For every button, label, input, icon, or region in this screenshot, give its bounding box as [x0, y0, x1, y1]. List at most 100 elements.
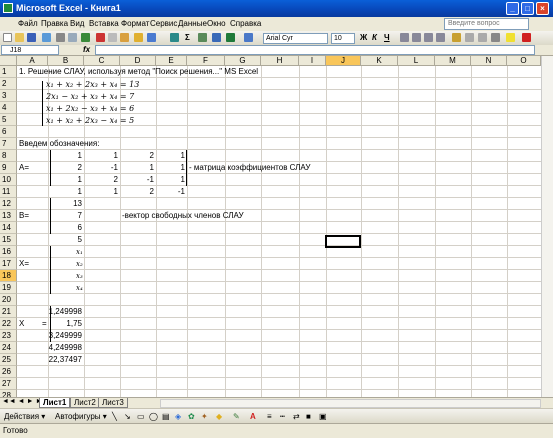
autoshapes-menu[interactable]: Автофигуры ▾ — [55, 411, 107, 422]
menu-tools[interactable]: Сервис — [150, 19, 177, 28]
formula-input[interactable] — [95, 45, 535, 55]
row-header[interactable]: 11 — [0, 186, 17, 198]
font-color-icon[interactable] — [522, 33, 531, 42]
row-header[interactable]: 18 — [0, 270, 17, 282]
font-size-select[interactable]: 10 — [331, 33, 355, 44]
shadow-icon[interactable]: ■ — [306, 411, 311, 422]
font-select[interactable]: Arial Cyr — [263, 33, 328, 44]
vertical-scrollbar[interactable] — [541, 56, 553, 397]
column-header[interactable]: O — [507, 56, 541, 66]
target-cell[interactable]: 22,37497 — [48, 354, 84, 366]
line-style-icon[interactable]: ≡ — [267, 411, 272, 422]
row-header[interactable]: 22 — [0, 318, 17, 330]
vector-b-cell[interactable]: 13 — [48, 198, 84, 210]
active-cell-cursor[interactable] — [325, 235, 361, 248]
borders-icon[interactable] — [491, 33, 500, 42]
matrix-cell[interactable]: 1 — [156, 174, 187, 186]
column-header[interactable]: B — [48, 56, 84, 66]
arrow-style-icon[interactable]: ⇄ — [293, 411, 300, 422]
column-header[interactable]: E — [156, 56, 187, 66]
chart-wizard-icon[interactable] — [212, 33, 221, 42]
row-header[interactable]: 6 — [0, 126, 17, 138]
name-box[interactable]: J18 — [1, 45, 59, 55]
row-header[interactable]: 19 — [0, 282, 17, 294]
row-header[interactable]: 14 — [0, 222, 17, 234]
new-icon[interactable] — [3, 33, 12, 42]
undo-icon[interactable] — [147, 33, 156, 42]
open-icon[interactable] — [15, 33, 24, 42]
solution-cell[interactable]: 4,249998 — [48, 342, 84, 354]
column-header[interactable]: F — [187, 56, 225, 66]
currency-icon[interactable] — [452, 33, 461, 42]
menu-help[interactable]: Справка — [230, 19, 261, 28]
row-header[interactable]: 28 — [0, 390, 17, 397]
menu-format[interactable]: Формат — [121, 19, 149, 28]
hyperlink-icon[interactable] — [170, 33, 179, 42]
print-preview-icon[interactable] — [68, 33, 77, 42]
column-header[interactable]: A — [17, 56, 48, 66]
matrix-cell[interactable]: 1 — [48, 150, 84, 162]
paste-icon[interactable] — [120, 33, 129, 42]
row-header[interactable]: 24 — [0, 342, 17, 354]
worksheet-grid[interactable]: A B C D E F G H I J K L M N O 1234567891… — [0, 56, 541, 397]
matrix-cell[interactable]: 1 — [48, 186, 84, 198]
row-header[interactable]: 12 — [0, 198, 17, 210]
row-header[interactable]: 15 — [0, 234, 17, 246]
menu-view[interactable]: Вид — [70, 19, 84, 28]
row-header[interactable]: 16 — [0, 246, 17, 258]
row-header[interactable]: 1 — [0, 66, 17, 78]
row-header[interactable]: 10 — [0, 174, 17, 186]
vector-b-cell[interactable]: 7 — [48, 210, 84, 222]
align-center-icon[interactable] — [412, 33, 421, 42]
row-header[interactable]: 23 — [0, 330, 17, 342]
fill-color-icon[interactable] — [506, 33, 515, 42]
solution-cell[interactable]: 1,249998 — [48, 306, 84, 318]
fill-color-draw-icon[interactable]: ◆ — [216, 411, 222, 422]
menu-data[interactable]: Данные — [178, 19, 207, 28]
matrix-cell[interactable]: -1 — [84, 162, 120, 174]
merge-center-icon[interactable] — [436, 33, 445, 42]
sort-asc-icon[interactable] — [198, 33, 207, 42]
matrix-cell[interactable]: 2 — [120, 186, 156, 198]
column-header[interactable]: K — [361, 56, 398, 66]
row-header[interactable]: 8 — [0, 150, 17, 162]
column-header[interactable]: I — [299, 56, 326, 66]
format-painter-icon[interactable] — [134, 33, 143, 42]
vector-b-cell[interactable]: 5 — [48, 234, 84, 246]
matrix-cell[interactable]: -1 — [156, 186, 187, 198]
matrix-cell[interactable]: 2 — [120, 150, 156, 162]
3d-icon[interactable]: ▣ — [319, 411, 327, 422]
help-search-input[interactable]: Введите вопрос — [444, 18, 529, 30]
row-header[interactable]: 3 — [0, 90, 17, 102]
textbox-icon[interactable]: ▤ — [162, 411, 170, 422]
matrix-cell[interactable]: 2 — [48, 162, 84, 174]
row-header[interactable]: 27 — [0, 378, 17, 390]
menu-window[interactable]: Окно — [207, 19, 226, 28]
line-icon[interactable]: ╲ — [112, 411, 117, 422]
actions-menu[interactable]: Действия ▾ — [4, 411, 45, 422]
row-header[interactable]: 26 — [0, 366, 17, 378]
rectangle-icon[interactable]: ▭ — [137, 411, 145, 422]
row-header[interactable]: 9 — [0, 162, 17, 174]
horizontal-scrollbar[interactable] — [160, 399, 541, 408]
tab-sheet2[interactable]: Лист2 — [70, 398, 100, 408]
column-header-active[interactable]: J — [326, 56, 361, 66]
row-header[interactable]: 7 — [0, 138, 17, 150]
row-header[interactable]: 2 — [0, 78, 17, 90]
line-color-icon[interactable]: ✎ — [233, 411, 240, 422]
column-header[interactable]: D — [120, 56, 156, 66]
menu-insert[interactable]: Вставка — [89, 19, 119, 28]
matrix-cell[interactable]: 1 — [84, 150, 120, 162]
matrix-cell[interactable]: 1 — [120, 162, 156, 174]
tab-sheet3[interactable]: Лист3 — [98, 398, 128, 408]
row-header[interactable]: 13 — [0, 210, 17, 222]
minimize-button[interactable]: _ — [506, 2, 519, 15]
matrix-cell[interactable]: 1 — [156, 150, 187, 162]
row-header[interactable]: 17 — [0, 258, 17, 270]
oval-icon[interactable]: ◯ — [149, 411, 158, 422]
font-color-draw-icon[interactable]: A — [250, 411, 256, 422]
column-header[interactable]: H — [261, 56, 299, 66]
column-header[interactable]: M — [435, 56, 471, 66]
permission-icon[interactable] — [42, 33, 51, 42]
row-header[interactable]: 25 — [0, 354, 17, 366]
